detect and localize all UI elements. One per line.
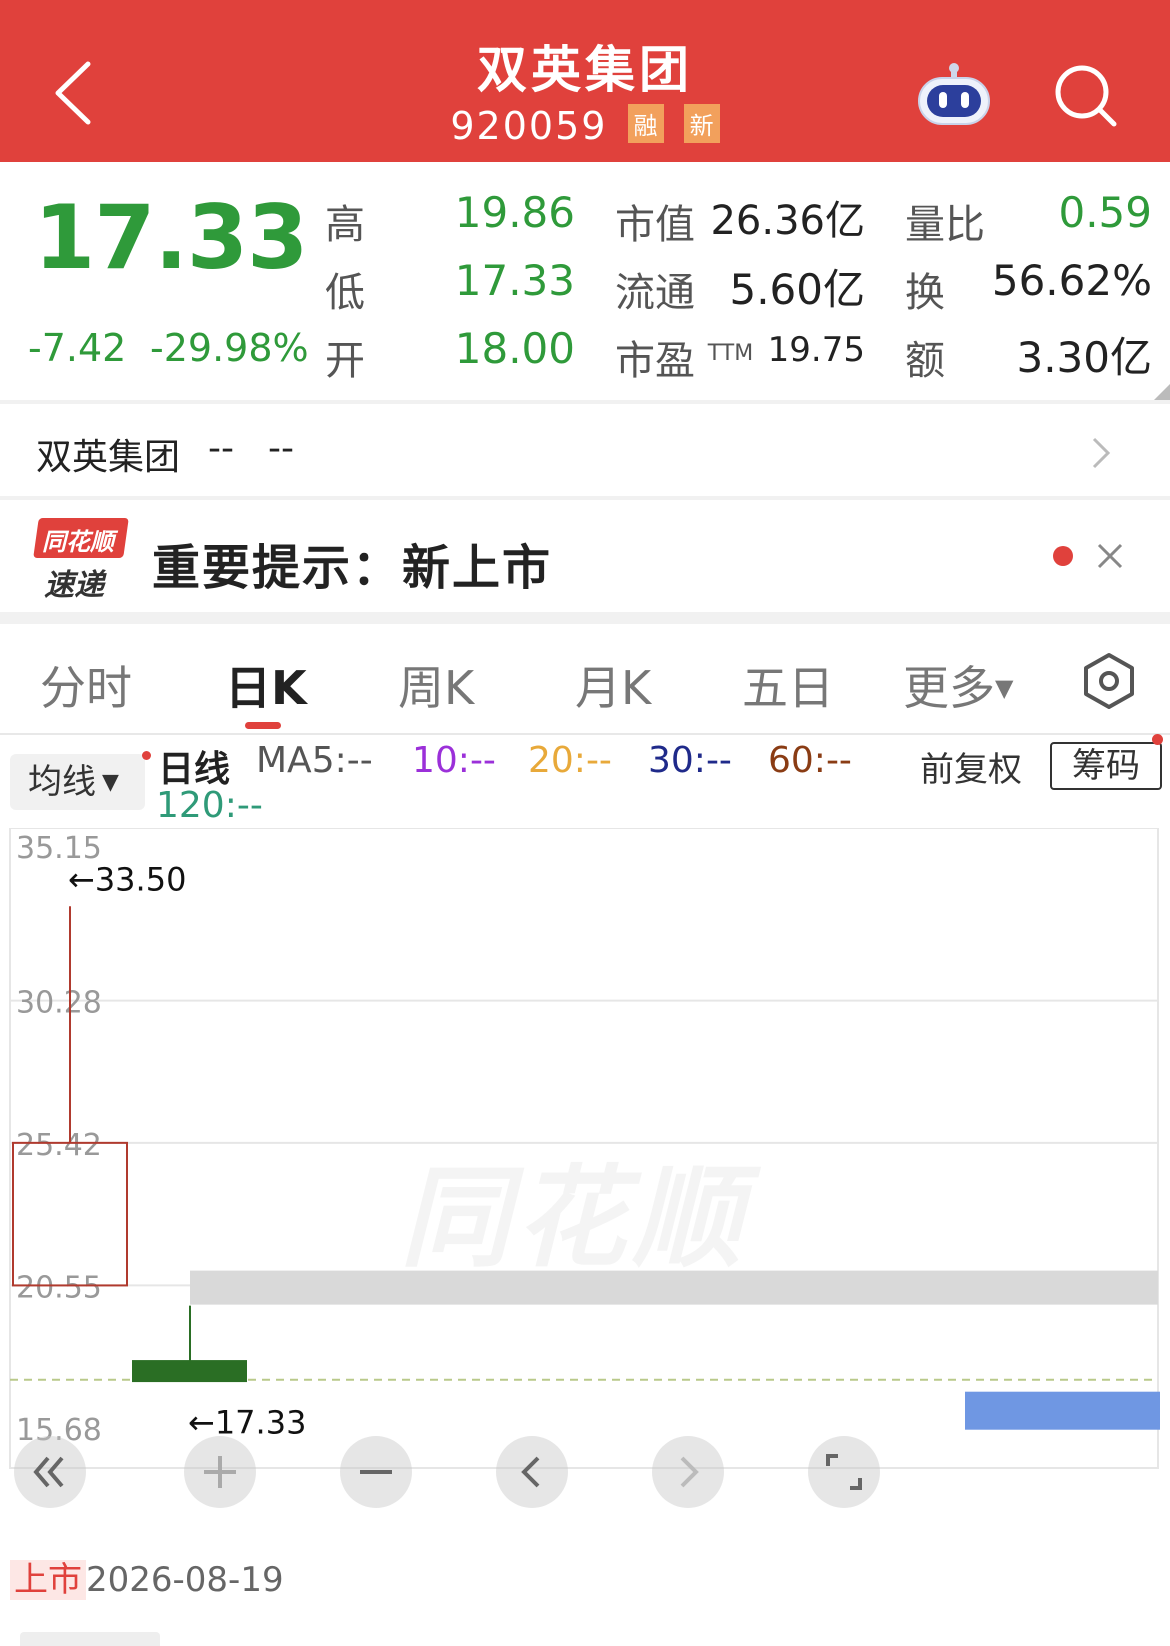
adjust-button[interactable]: 前复权: [920, 742, 1022, 791]
stock-name-row[interactable]: 双英集团 -- --: [0, 404, 1170, 496]
low-label: 低: [325, 270, 365, 316]
low-value: 17.33: [454, 256, 575, 305]
watermark: 同花顺: [400, 1128, 748, 1288]
close-icon[interactable]: [1096, 542, 1124, 570]
mini-volume-bar: [965, 1391, 1160, 1430]
chips-button[interactable]: 筹码: [1050, 742, 1162, 790]
stock-code-row: 920059 融 新: [0, 104, 1170, 148]
section-divider: [0, 612, 1170, 624]
tab-monthly-k[interactable]: 月K: [575, 652, 651, 718]
y-tick-label: 20.55: [16, 1270, 102, 1305]
divider: [0, 496, 1170, 500]
settings-icon[interactable]: [1080, 652, 1138, 710]
pe-value: 19.75: [767, 330, 865, 370]
alert-text[interactable]: 重要提示：新上市: [152, 528, 552, 598]
zoom-out-button[interactable]: [340, 1436, 412, 1508]
zoom-in-button[interactable]: [184, 1436, 256, 1508]
float-value: 5.60亿: [729, 265, 865, 314]
candle-body: [12, 1141, 128, 1287]
top-bar: 双英集团 920059 融 新: [0, 0, 1170, 162]
ma5-value: MA5:--: [256, 740, 373, 781]
tab-weekly-k[interactable]: 周K: [398, 652, 474, 718]
caret-down-icon: ▼: [102, 770, 119, 795]
stock-row-value-2: --: [268, 428, 294, 469]
stock-name: 双英集团: [36, 437, 181, 478]
float-label: 流通: [615, 270, 695, 316]
zoom-in-icon: [204, 1456, 236, 1488]
amount-value: 3.30亿: [1016, 333, 1152, 382]
candle-body: [132, 1360, 247, 1383]
volratio-value: 0.59: [1058, 188, 1152, 237]
next-icon: [680, 1456, 699, 1488]
stock-row-value-1: --: [208, 428, 234, 469]
stock-code: 920059: [450, 104, 608, 148]
fullscreen-icon: [826, 1454, 862, 1490]
open-label: 开: [325, 338, 365, 384]
robot-assistant-icon[interactable]: [915, 60, 993, 132]
last-price: 17.33: [34, 186, 308, 289]
turnover-value: 56.62%: [991, 256, 1152, 305]
amount-label: 额: [905, 338, 945, 384]
high-label: 高: [325, 202, 365, 248]
stock-title: 双英集团: [477, 41, 693, 99]
listing-date-row: 上市 2026-08-19: [10, 1552, 284, 1601]
logo-line-2: 速递: [44, 568, 104, 603]
ma10-value: 10:--: [412, 740, 496, 781]
expand-corner-icon[interactable]: [1154, 384, 1170, 400]
tab-five-day[interactable]: 五日: [742, 652, 834, 718]
rewind-button[interactable]: [14, 1436, 86, 1508]
zoom-out-icon: [360, 1470, 392, 1474]
high-value: 19.86: [454, 188, 575, 237]
logo-line-1: 同花顺: [42, 528, 114, 556]
new-tag: 新: [683, 104, 720, 143]
tab-more[interactable]: 更多▼: [903, 652, 1013, 718]
y-tick-label: 30.28: [16, 986, 102, 1021]
unread-dot: [1053, 546, 1073, 566]
chips-dot: [1152, 734, 1163, 745]
next-button[interactable]: [652, 1436, 724, 1508]
listed-label: 上市: [10, 1560, 86, 1600]
open-value: 18.00: [454, 324, 575, 373]
margin-tag: 融: [627, 104, 664, 143]
prev-button[interactable]: [496, 1436, 568, 1508]
fullscreen-button[interactable]: [808, 1436, 880, 1508]
price-change: -7.42: [28, 326, 127, 370]
ma30-value: 30:--: [648, 740, 732, 781]
chevron-right-icon[interactable]: [1086, 433, 1116, 473]
turnover-label: 换: [905, 270, 945, 316]
y-tick-label: 25.42: [16, 1128, 102, 1163]
price-markers: ←33.50←17.33: [68, 860, 306, 1441]
ma60-value: 60:--: [768, 740, 852, 781]
mktcap-label: 市值: [615, 202, 695, 248]
ma-dropdown[interactable]: 均线 ▼: [10, 754, 145, 810]
ma20-value: 20:--: [528, 740, 612, 781]
prev-icon: [521, 1456, 540, 1488]
bottom-tab-stub: [20, 1632, 160, 1646]
mktcap-value: 26.36亿: [710, 198, 865, 244]
rewind-icon: [33, 1456, 64, 1488]
divider: [0, 733, 1170, 735]
active-tab-indicator: [245, 722, 281, 729]
caret-down-icon: ▼: [995, 674, 1014, 702]
ma-indicator-dot: [142, 751, 151, 760]
price-change-percent: -29.98%: [150, 326, 309, 370]
high-price-marker: ←33.50: [68, 860, 186, 898]
y-axis-ticks: 35.1530.2825.4220.5515.68: [16, 831, 102, 1448]
search-icon[interactable]: [1052, 62, 1120, 130]
listing-date: 2026-08-19: [86, 1560, 284, 1600]
ths-express-logo: 同花顺 速递: [33, 518, 129, 603]
tab-intraday[interactable]: 分时: [40, 652, 132, 718]
tab-daily-k[interactable]: 日K: [225, 652, 307, 718]
ma120-value: 120:--: [156, 785, 263, 826]
